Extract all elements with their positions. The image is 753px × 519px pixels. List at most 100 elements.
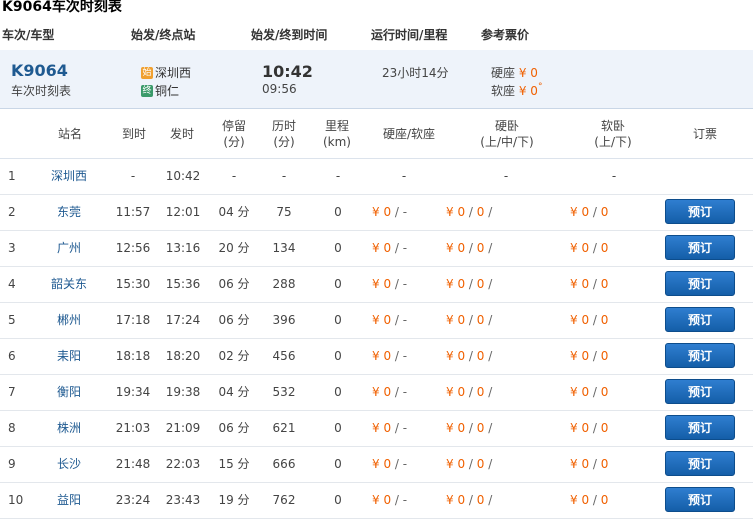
book-button[interactable]: 预订 xyxy=(665,379,735,404)
depart-time: 15:36 xyxy=(165,277,201,291)
price-soft-seat-value: ¥ 0 xyxy=(518,84,538,98)
seat-price-seat_a: ¥ 0 xyxy=(372,349,392,363)
soft-sleeper-price-ssl_a: ¥ 0 xyxy=(570,421,590,435)
arrival-time: 09:56 xyxy=(262,82,297,96)
seat-price: ¥ 0 / - xyxy=(372,230,407,266)
station-link[interactable]: 衡阳 xyxy=(46,374,92,410)
distance-km: 0 xyxy=(334,493,342,507)
seat-price: ¥ 0 / - xyxy=(372,338,407,374)
start-station: 深圳西 xyxy=(155,66,192,80)
stop-minutes: 06 分 xyxy=(218,277,250,291)
book-button[interactable]: 预订 xyxy=(665,343,735,368)
stop-minutes: 06 分 xyxy=(218,421,250,435)
price-hard-seat-label: 硬座 xyxy=(491,66,516,80)
hard-sleeper-price: ¥ 0 / 0 / xyxy=(446,446,492,482)
arrive-time: - xyxy=(130,169,136,183)
row-index: 1 xyxy=(8,169,16,183)
elapsed-minutes: 456 xyxy=(272,349,296,363)
seat-price-seat_a: ¥ 0 xyxy=(372,421,392,435)
seat-price-seat_b: / - xyxy=(394,457,408,471)
separator: / xyxy=(589,385,601,399)
soft-sleeper-price-ssl_b: 0 xyxy=(600,313,609,327)
seat-price: ¥ 0 / - xyxy=(372,482,407,518)
th-elapsed: 历时 (分) xyxy=(271,119,296,149)
col-price: 参考票价 xyxy=(481,28,530,42)
station-link[interactable]: 益阳 xyxy=(46,482,92,518)
separator: / xyxy=(589,205,601,219)
hard-sleeper-price-hsl_a: ¥ 0 xyxy=(446,241,466,255)
station-link[interactable]: 郴州 xyxy=(46,302,92,338)
station-link[interactable]: 深圳西 xyxy=(46,158,92,194)
seat-price-seat_b: / - xyxy=(394,241,408,255)
row-index: 7 xyxy=(8,385,16,399)
station-link[interactable]: 广州 xyxy=(46,230,92,266)
soft-sleeper-price-ssl_b: 0 xyxy=(600,349,609,363)
book-button[interactable]: 预订 xyxy=(665,307,735,332)
soft-sleeper-price-ssl_b: 0 xyxy=(600,277,609,291)
book-button[interactable]: 预订 xyxy=(665,271,735,296)
row-index: 2 xyxy=(8,205,16,219)
book-button[interactable]: 预订 xyxy=(665,415,735,440)
distance-km: 0 xyxy=(334,313,342,327)
station-link[interactable]: 长沙 xyxy=(46,446,92,482)
book-button[interactable]: 预订 xyxy=(665,487,735,512)
soft-sleeper-price: ¥ 0 / 0 xyxy=(570,338,608,374)
depart-time: 21:09 xyxy=(165,421,201,435)
table-row: 7 衡阳 19:34 19:38 04 分 532 0 ¥ 0 / - ¥ 0 / 0 /¥ 0… xyxy=(0,374,753,411)
separator: / xyxy=(589,277,601,291)
price-soft-seat: 软座 ¥ 0° xyxy=(491,82,542,99)
soft-sleeper-price: ¥ 0 / 0 xyxy=(570,374,608,410)
seat-price-seat_b: / - xyxy=(394,421,408,435)
row-index: 8 xyxy=(8,421,16,435)
hard-sleeper-price-hsl_c: / xyxy=(488,205,493,219)
seat-price-seat_b: / - xyxy=(394,277,408,291)
elapsed-minutes: 288 xyxy=(272,277,296,291)
soft-sleeper-price: ¥ 0 / 0 xyxy=(570,230,608,266)
arrive-time: 21:48 xyxy=(115,457,151,471)
station-link[interactable]: 耒阳 xyxy=(46,338,92,374)
book-button[interactable]: 预订 xyxy=(665,451,735,476)
soft-sleeper-price: ¥ 0 / 0 xyxy=(570,446,608,482)
distance-km: 0 xyxy=(334,349,342,363)
table-row: 6 耒阳 18:18 18:20 02 分 456 0 ¥ 0 / - ¥ 0 / 0 /¥ 0… xyxy=(0,338,753,375)
station-link[interactable]: 韶关东 xyxy=(46,266,92,302)
separator: / xyxy=(589,349,601,363)
elapsed-minutes: 396 xyxy=(272,313,296,327)
hard-sleeper-price: ¥ 0 / 0 / xyxy=(446,374,492,410)
timetable-header: 站名 到时 发时 停留 (分) 历时 (分) 里程 (km) 硬座/软座 硬卧 … xyxy=(0,110,753,159)
separator: / xyxy=(465,349,477,363)
book-button[interactable]: 预订 xyxy=(665,199,735,224)
distance-km: 0 xyxy=(334,277,342,291)
table-row: 8 株洲 21:03 21:09 06 分 621 0 ¥ 0 / - ¥ 0 / 0 /¥ 0… xyxy=(0,410,753,447)
station-link[interactable]: 株洲 xyxy=(46,410,92,446)
station-link[interactable]: 东莞 xyxy=(46,194,92,230)
seat-price-seat_a: ¥ 0 xyxy=(372,457,392,471)
hard-sleeper-price-hsl_a: ¥ 0 xyxy=(446,313,466,327)
train-number[interactable]: K9064 xyxy=(11,61,68,80)
book-button[interactable]: 预订 xyxy=(665,235,735,260)
distance-km: 0 xyxy=(334,205,342,219)
hard-sleeper-price: ¥ 0 / 0 / xyxy=(446,302,492,338)
soft-sleeper-price-ssl_b: 0 xyxy=(600,457,609,471)
table-row: 9 长沙 21:48 22:03 15 分 666 0 ¥ 0 / - ¥ 0 / 0 /¥ 0… xyxy=(0,446,753,483)
separator: / xyxy=(589,421,601,435)
hard-sleeper-price-hsl_c: / xyxy=(488,493,493,507)
train-sub-label: 车次时刻表 xyxy=(11,84,72,98)
soft-sleeper-price: - xyxy=(611,169,617,183)
distance-km: - xyxy=(335,169,341,183)
hard-sleeper-price-hsl_a: ¥ 0 xyxy=(446,385,466,399)
elapsed-minutes: 75 xyxy=(276,205,292,219)
stop-minutes: 20 分 xyxy=(218,241,250,255)
seat-price: ¥ 0 / - xyxy=(372,194,407,230)
stop-minutes: 06 分 xyxy=(218,313,250,327)
hard-sleeper-price-hsl_a: ¥ 0 xyxy=(446,493,466,507)
soft-sleeper-price: ¥ 0 / 0 xyxy=(570,302,608,338)
soft-sleeper-price: ¥ 0 / 0 xyxy=(570,194,608,230)
soft-sleeper-price-ssl_b: 0 xyxy=(600,385,609,399)
th-distance: 里程 (km) xyxy=(322,119,351,149)
elapsed-minutes: 134 xyxy=(272,241,296,255)
hard-sleeper-price-hsl_c: / xyxy=(488,421,493,435)
soft-sleeper-price: ¥ 0 / 0 xyxy=(570,410,608,446)
hard-sleeper-price: ¥ 0 / 0 / xyxy=(446,194,492,230)
table-row: 3 广州 12:56 13:16 20 分 134 0 ¥ 0 / - ¥ 0 / 0 /¥ 0… xyxy=(0,230,753,267)
